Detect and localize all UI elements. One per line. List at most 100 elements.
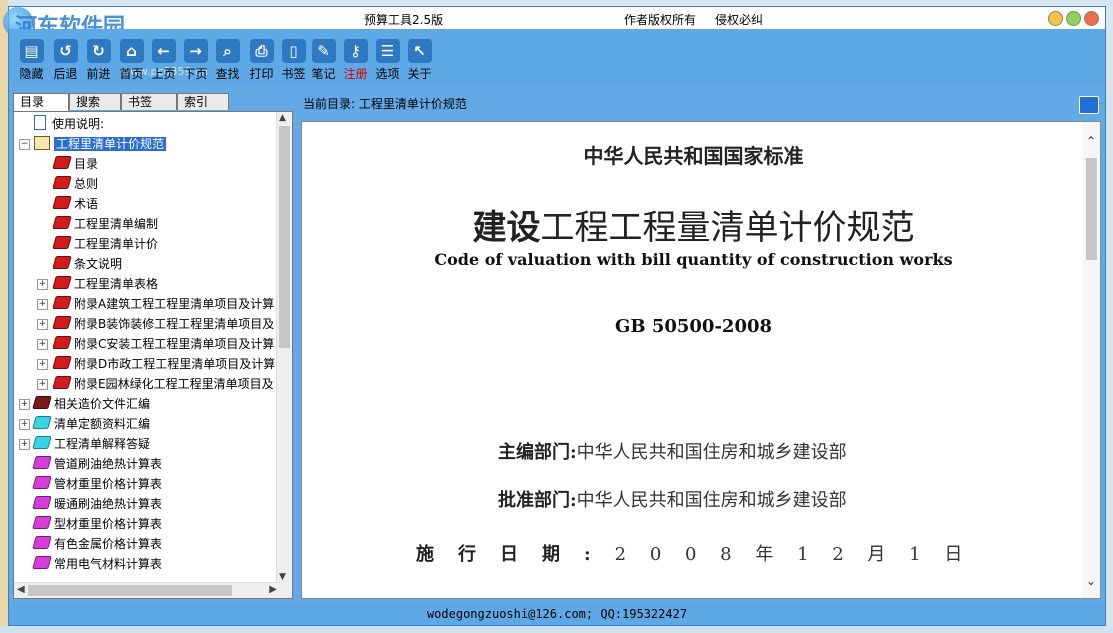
book-icon	[32, 556, 52, 569]
tree-item[interactable]: 管材重里价格计算表	[32, 474, 162, 494]
tab-index[interactable]: 索引	[177, 93, 229, 110]
tree-item[interactable]: + 附录C安装工程工程里清单项目及计算	[37, 334, 274, 354]
expand-icon[interactable]: +	[37, 379, 48, 390]
doc-date-label: 施行日期:	[416, 544, 615, 565]
tree-vertical-scrollbar[interactable]: ▲ ▼	[276, 112, 292, 598]
tree-item-label: 有色金属价格计算表	[54, 537, 163, 551]
toolbar-button-11[interactable]: ☰ 选项	[371, 31, 404, 83]
app-window: 河东软件园 预算工具2.5版 作者版权所有 侵权必纠 www.pc0359.cn…	[3, 6, 1106, 626]
tree-item[interactable]: 型材重里价格计算表	[32, 514, 162, 534]
toolbar-button-4[interactable]: ← 上页	[147, 31, 180, 83]
tree-item[interactable]: 总则	[52, 174, 99, 194]
tree-item[interactable]: 使用说明:	[34, 114, 104, 134]
tree-item[interactable]: 有色金属价格计算表	[32, 534, 163, 554]
doc-approver: 批准部门:中华人民共和国住房和城乡建设部	[498, 486, 847, 512]
doc-heading: 中华人民共和国国家标准	[583, 144, 804, 168]
scroll-left-icon[interactable]: ◀	[17, 584, 25, 595]
tree-item-label: 附录B装饰装修工程工程里清单项目及	[74, 317, 275, 331]
scroll-up-icon[interactable]: ▲	[279, 113, 286, 123]
doc-editor-value: 中华人民共和国住房和城乡建设部	[576, 442, 847, 463]
tree-item[interactable]: − 工程里清单计价规范	[19, 134, 167, 154]
toolbar-button-5[interactable]: → 下页	[179, 31, 212, 83]
tree-item-label: 附录A建筑工程工程里清单项目及计算	[74, 297, 275, 311]
close-button[interactable]	[1084, 11, 1099, 26]
maximize-button[interactable]	[1066, 11, 1081, 26]
minimize-button[interactable]	[1048, 11, 1063, 26]
toolbar-button-label: 书签	[281, 67, 306, 81]
toolbar-button-1[interactable]: ↺ 后退	[49, 31, 82, 83]
book-icon	[52, 216, 72, 229]
collapse-icon[interactable]: −	[19, 139, 30, 150]
tree-scroll-thumb[interactable]	[279, 126, 290, 348]
tab-bookmarks[interactable]: 书签	[121, 93, 177, 110]
book-icon	[32, 396, 52, 409]
tree-item[interactable]: 目录	[52, 154, 99, 174]
expand-icon[interactable]: +	[19, 399, 30, 410]
tab-contents[interactable]: 目录	[13, 93, 69, 112]
toolbar-button-8[interactable]: ▯ 书签	[277, 31, 310, 83]
title-bar: 河东软件园 预算工具2.5版 作者版权所有 侵权必纠	[3, 7, 1105, 40]
toolbar-button-2[interactable]: ↻ 前进	[82, 31, 115, 83]
toolbar-button-label: 查找	[215, 67, 240, 81]
doc-title-english: Code of valuation with bill quantity of …	[434, 250, 953, 269]
toolbar-button-6[interactable]: ⌕ 查找	[211, 31, 244, 83]
doc-scroll-thumb[interactable]	[1086, 158, 1097, 260]
expand-icon[interactable]: +	[37, 279, 48, 290]
window-controls	[1048, 11, 1099, 26]
current-path: 当前目录: 工程里清单计价规范	[299, 93, 1103, 117]
tree-item[interactable]: + 附录B装饰装修工程工程里清单项目及	[37, 314, 275, 334]
tree-item[interactable]: + 附录E园林绿化工程工程里清单项目及	[37, 374, 274, 394]
toolbar-button-12[interactable]: ↖ 关于	[403, 31, 436, 83]
tree-item[interactable]: 条文说明	[52, 254, 122, 274]
expand-icon[interactable]: +	[19, 439, 30, 450]
tree-item-label: 总则	[74, 177, 99, 191]
tree-item[interactable]: 暖通刷油绝热计算表	[32, 494, 162, 514]
tree-item[interactable]: + 清单定额资料汇编	[19, 414, 150, 434]
toolbar-button-3[interactable]: ⌂ 首页	[115, 31, 148, 83]
tree-item[interactable]: + 附录A建筑工程工程里清单项目及计算	[37, 294, 275, 314]
panel-toggle-icon[interactable]	[1079, 96, 1099, 114]
tab-search[interactable]: 搜索	[69, 93, 121, 110]
doc-approver-value: 中华人民共和国住房和城乡建设部	[576, 490, 847, 511]
tree-item[interactable]: 术语	[52, 194, 98, 214]
doc-scroll-up-icon[interactable]: ⌃	[1086, 134, 1096, 148]
back-icon: ↺	[53, 39, 78, 63]
tree-item[interactable]: 常用电气材料计算表	[32, 554, 163, 574]
tree-item[interactable]: 工程里清单计价	[52, 234, 158, 254]
doc-scroll-down-icon[interactable]: ⌄	[1086, 574, 1096, 588]
expand-icon[interactable]: +	[37, 319, 48, 330]
book-icon	[52, 376, 72, 389]
book-icon	[32, 496, 52, 509]
tree-hscroll-thumb[interactable]	[28, 585, 232, 596]
print-icon: ⎙	[249, 39, 274, 63]
tree-item-label: 目录	[74, 157, 99, 171]
tree-item[interactable]: + 附录D市政工程工程里清单项目及计算	[37, 354, 275, 374]
expand-icon[interactable]: +	[37, 359, 48, 370]
prev-page-icon: ←	[151, 39, 176, 63]
doc-code: GB 50500-2008	[614, 316, 773, 337]
status-bar: wodegongzuoshi@126.com; QQ:195322427	[9, 603, 1105, 625]
tree-item[interactable]: 工程里清单编制	[52, 214, 159, 234]
toolbar-button-label: 关于	[407, 67, 432, 81]
tree-horizontal-scrollbar[interactable]: ◀ ▶	[14, 582, 280, 598]
tree-item[interactable]: + 工程里清单表格	[37, 274, 158, 294]
expand-icon[interactable]: +	[37, 299, 48, 310]
tree-item[interactable]: + 工程清单解释答疑	[19, 434, 150, 454]
toolbar-button-10[interactable]: ⚷ 注册	[339, 31, 372, 83]
tree-item[interactable]: + 相关造价文件汇编	[19, 394, 150, 414]
scroll-down-icon[interactable]: ▼	[279, 572, 286, 582]
expand-icon[interactable]: +	[37, 339, 48, 350]
home-icon: ⌂	[119, 39, 144, 63]
doc-date-value: 2 0 0 8 年 1 2 月 1 日	[614, 544, 972, 565]
expand-icon[interactable]: +	[19, 419, 30, 430]
toolbar-button-7[interactable]: ⎙ 打印	[245, 31, 278, 83]
doc-vertical-scrollbar[interactable]: ⌃ ⌄	[1083, 122, 1100, 598]
tree-item[interactable]: 管道刷油绝热计算表	[32, 454, 162, 474]
scroll-right-icon[interactable]: ▶	[269, 584, 277, 595]
toolbar-button-0[interactable]: ▤ 隐藏	[15, 31, 48, 83]
book-icon	[52, 236, 72, 249]
tree-item-label: 工程里清单编制	[74, 217, 159, 231]
tree-item-label: 常用电气材料计算表	[54, 557, 163, 571]
book-icon	[32, 416, 52, 429]
toolbar-button-9[interactable]: ✎ 笔记	[307, 31, 340, 83]
